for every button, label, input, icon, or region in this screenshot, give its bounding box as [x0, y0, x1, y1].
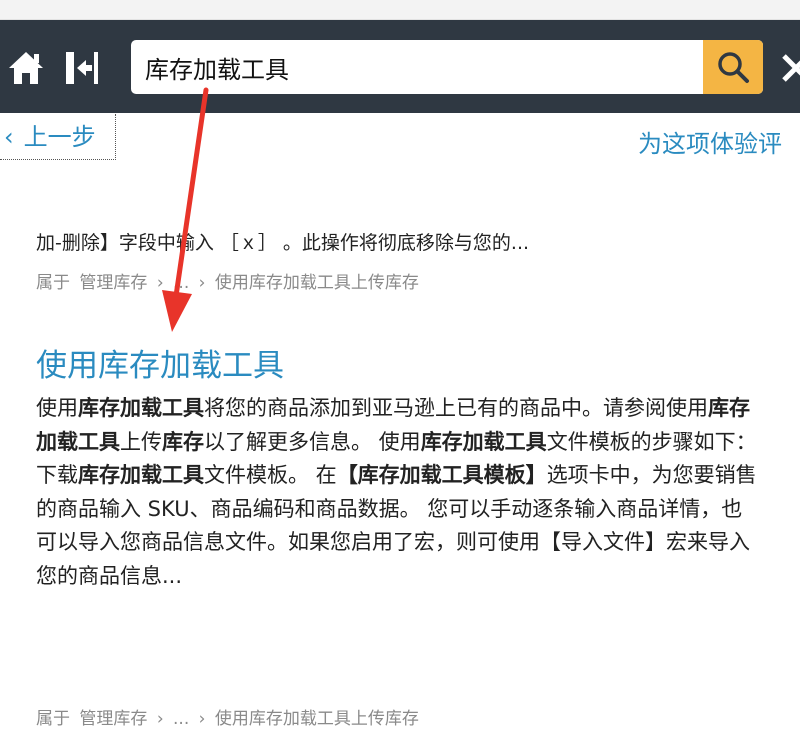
body-text: 将您的商品添加到亚马逊上已有的商品中。请参阅使用	[204, 396, 708, 420]
help-header-bar	[0, 20, 800, 113]
breadcrumb-item[interactable]: 管理库存	[79, 709, 147, 729]
result-breadcrumb: 属于 管理库存 › ... › 使用库存加载工具上传库存	[36, 704, 423, 729]
body-text: 上传	[120, 429, 162, 454]
body-highlight: 库存加载工具	[78, 463, 204, 487]
home-icon	[9, 52, 43, 84]
body-text: 以了解更多信息。 使用	[204, 429, 421, 454]
search-button[interactable]	[703, 40, 763, 94]
breadcrumb-separator: ›	[156, 273, 164, 293]
breadcrumb-separator: ›	[156, 709, 164, 729]
body-highlight: 库存加载工具	[78, 396, 204, 420]
body-highlight: 库存	[162, 429, 204, 454]
body-text: 使用	[36, 396, 78, 420]
breadcrumb-prefix: 属于	[36, 273, 70, 293]
body-highlight: 库存加载工具	[420, 429, 547, 454]
body-highlight: 【库存加载工具模板】	[336, 463, 547, 487]
breadcrumb-ellipsis[interactable]: ...	[173, 273, 189, 293]
breadcrumb-item[interactable]: 使用库存加载工具上传库存	[215, 709, 419, 729]
breadcrumb-prefix: 属于	[36, 709, 70, 729]
search-icon	[718, 52, 749, 83]
collapse-panel-button[interactable]	[64, 48, 106, 88]
home-button[interactable]	[6, 48, 46, 88]
breadcrumb-separator: ›	[198, 273, 206, 293]
back-link[interactable]: ‹ 上一步	[0, 114, 116, 160]
back-link-label: 上一步	[23, 123, 96, 151]
collapse-panel-icon	[66, 52, 98, 84]
search-input[interactable]	[131, 40, 703, 94]
result-breadcrumb: 属于 管理库存 › ... › 使用库存加载工具上传库存	[36, 268, 423, 293]
breadcrumb-separator: ›	[198, 709, 206, 729]
breadcrumb-item[interactable]: 管理库存	[79, 273, 147, 293]
close-icon	[782, 54, 800, 82]
window-top-strip	[0, 0, 800, 20]
breadcrumb-item[interactable]: 使用库存加载工具上传库存	[215, 273, 419, 293]
body-text: 文件模板。 在	[204, 463, 337, 487]
rate-experience-link[interactable]: 为这项体验评	[638, 124, 782, 159]
chevron-left-icon: ‹	[4, 123, 14, 151]
result-title-link[interactable]: 使用库存加载工具	[36, 340, 284, 385]
breadcrumb-ellipsis[interactable]: ...	[173, 709, 189, 729]
close-button[interactable]	[778, 50, 800, 86]
result-body: 使用库存加载工具将您的商品添加到亚马逊上已有的商品中。请参阅使用库存加载工具上传…	[36, 392, 760, 593]
search-box	[131, 40, 763, 94]
result-snippet: 加-删除】字段中输入 ［ｘ］ 。此操作将彻底移除与您的...	[36, 232, 530, 254]
